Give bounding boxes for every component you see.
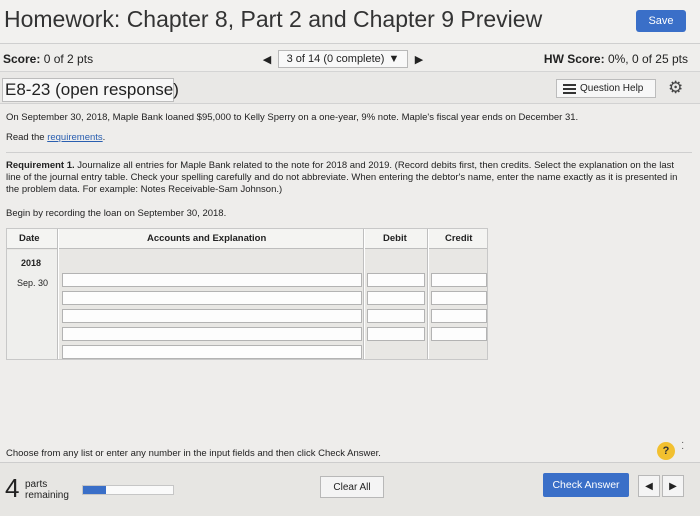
accounts-header: Accounts and Explanation — [147, 233, 267, 244]
question-icon[interactable]: ? — [657, 442, 675, 460]
save-button[interactable]: Save — [636, 10, 686, 32]
hw-score: HW Score: 0%, 0 of 25 pts — [544, 52, 688, 66]
journal-row — [7, 273, 487, 287]
instruction-text: Choose from any list or enter any number… — [6, 448, 381, 459]
requirement-text: Journalize all entries for Maple Bank re… — [6, 160, 678, 195]
journal-row — [7, 291, 487, 305]
question-content: On September 30, 2018, Maple Bank loaned… — [0, 104, 700, 462]
account-input[interactable] — [62, 309, 362, 323]
question-help-button[interactable]: Question Help — [556, 79, 656, 98]
header-bar: Homework: Chapter 8, Part 2 and Chapter … — [0, 0, 700, 44]
credit-input[interactable] — [431, 327, 487, 341]
begin-instruction: Begin by recording the loan on September… — [6, 208, 227, 219]
caret-left-icon: ◀ — [262, 53, 272, 66]
page-title: Homework: Chapter 8, Part 2 and Chapter … — [4, 6, 543, 32]
check-answer-button[interactable]: Check Answer — [543, 473, 629, 497]
hw-score-value: 0%, 0 of 25 pts — [607, 52, 688, 66]
journal-row — [7, 309, 487, 323]
parts-label: parts — [25, 479, 48, 490]
more-options-icon[interactable]: · · — [681, 438, 684, 454]
requirement-label: Requirement 1. — [6, 160, 75, 171]
read-suffix: . — [102, 132, 106, 143]
score-value: 0 of 2 pts — [43, 52, 94, 66]
caret-down-icon: ▼ — [388, 53, 400, 65]
explanation-input[interactable] — [62, 345, 362, 359]
credit-input[interactable] — [431, 309, 487, 323]
score-label: Score: — [3, 52, 41, 66]
parts-progress-bar — [82, 485, 174, 495]
gear-icon[interactable]: ⚙ — [668, 79, 683, 97]
divider — [6, 152, 692, 153]
date-header: Date — [19, 233, 40, 244]
debit-input[interactable] — [367, 309, 425, 323]
question-selector-label: 3 of 14 (0 complete) — [286, 53, 385, 65]
footer-bar: 4 parts remaining Clear All Check Answer… — [0, 462, 700, 516]
account-input[interactable] — [62, 327, 362, 341]
requirements-link[interactable]: requirements — [47, 132, 102, 143]
journal-row — [7, 345, 487, 359]
next-part-button[interactable]: ▶ — [662, 475, 684, 497]
account-input[interactable] — [62, 291, 362, 305]
debit-input[interactable] — [367, 327, 425, 341]
caret-right-icon: ▶ — [669, 480, 677, 492]
score-bar: Score: 0 of 2 pts ◀ 3 of 14 (0 complete)… — [0, 44, 700, 72]
read-requirements: Read the requirements. — [6, 132, 105, 144]
caret-right-icon: ▶ — [414, 53, 424, 66]
caret-left-icon: ◀ — [645, 480, 653, 492]
credit-input[interactable] — [431, 273, 487, 287]
debit-input[interactable] — [367, 291, 425, 305]
question-title: E8-23 (open response) — [2, 78, 179, 102]
list-icon — [563, 83, 576, 94]
score: Score: 0 of 2 pts — [3, 52, 93, 66]
clear-all-button[interactable]: Clear All — [320, 476, 384, 498]
previous-part-button[interactable]: ◀ — [638, 475, 660, 497]
journal-year: 2018 — [21, 258, 42, 268]
credit-header: Credit — [445, 233, 473, 244]
hw-score-label: HW Score: — [543, 52, 605, 66]
question-bar: E8-23 (open response) Question Help ⚙ — [0, 72, 700, 104]
debit-input[interactable] — [367, 273, 425, 287]
question-selector[interactable]: 3 of 14 (0 complete) ▼ — [278, 50, 408, 68]
read-prefix: Read the — [6, 132, 48, 143]
parts-remaining-label: parts remaining — [25, 479, 69, 501]
debit-header: Debit — [383, 233, 407, 244]
progress-fill — [83, 486, 106, 494]
remaining-label: remaining — [25, 490, 69, 501]
previous-question-button[interactable]: ◀ — [256, 50, 278, 68]
journal-entry-table: Date Accounts and Explanation Debit Cred… — [6, 228, 488, 360]
journal-header-row: Date Accounts and Explanation Debit Cred… — [7, 229, 487, 249]
question-pager: ◀ 3 of 14 (0 complete) ▼ ▶ — [256, 49, 436, 69]
requirement-1: Requirement 1. Journalize all entries fo… — [6, 160, 686, 196]
account-input[interactable] — [62, 273, 362, 287]
journal-row — [7, 327, 487, 341]
parts-remaining-count: 4 — [5, 473, 20, 503]
question-help-label: Question Help — [580, 83, 644, 94]
credit-input[interactable] — [431, 291, 487, 305]
next-question-button[interactable]: ▶ — [408, 50, 430, 68]
problem-statement: On September 30, 2018, Maple Bank loaned… — [6, 112, 579, 123]
